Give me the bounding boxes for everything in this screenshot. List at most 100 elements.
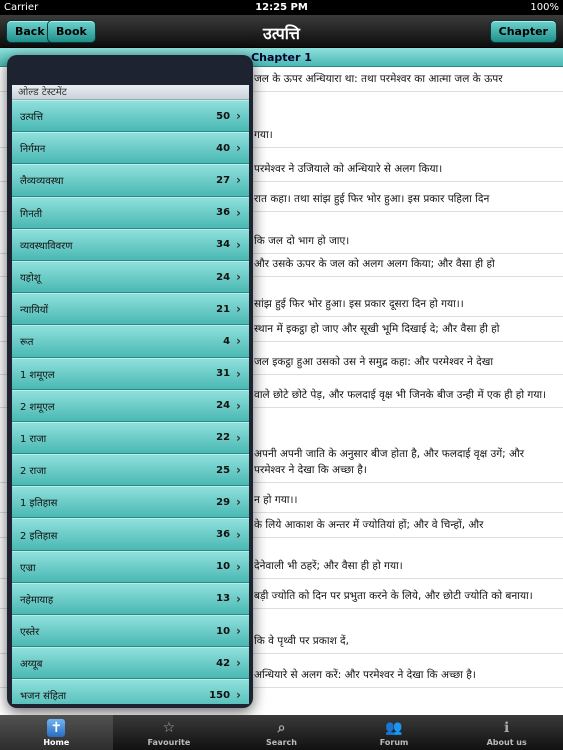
tab-search[interactable]: ⌕ Search <box>225 715 338 750</box>
chevron-right-icon: › <box>236 141 241 156</box>
status-time: 12:25 PM <box>255 2 308 13</box>
chevron-right-icon: › <box>236 270 241 285</box>
chevron-right-icon: › <box>236 430 241 445</box>
page-title: उत्पत्ति <box>263 24 300 43</box>
chapter-count: 21 <box>216 303 231 315</box>
chapter-count: 25 <box>216 464 231 476</box>
people-icon: 👥 <box>385 719 403 736</box>
book-row[interactable]: 2 इतिहास 36 › <box>12 518 249 551</box>
chevron-right-icon: › <box>236 463 241 478</box>
book-row[interactable]: निर्गमन 40 › <box>12 132 249 165</box>
book-row[interactable]: रूत 4 › <box>12 325 249 358</box>
chapter-count: 29 <box>216 496 231 508</box>
chapter-button[interactable]: Chapter <box>489 20 557 43</box>
book-row[interactable]: उत्पत्ति 50 › <box>12 100 249 133</box>
chevron-right-icon: › <box>236 591 241 606</box>
chapter-count: 13 <box>216 593 231 605</box>
book-name: रूत <box>20 337 34 349</box>
book-row[interactable]: नहेमायाह 13 › <box>12 582 249 615</box>
book-row[interactable]: व्यवस्थाविवरण 34 › <box>12 228 249 261</box>
section-header: ओल्ड टेस्टमेंट <box>12 85 249 100</box>
chapter-count: 150 <box>209 689 231 701</box>
book-name: एस्तेर <box>20 627 40 639</box>
tab-bar: ✝ Home ☆ Favourite ⌕ Search 👥 Forum ℹ About us <box>0 715 563 750</box>
book-row[interactable]: 2 शमूएल 24 › <box>12 389 249 422</box>
book-popover: ओल्ड टेस्टमेंट उत्पत्ति 50 › निर्गमन 40 › लैव्… <box>7 55 253 708</box>
book-row[interactable]: 1 शमूएल 31 › <box>12 357 249 390</box>
chevron-right-icon: › <box>236 656 241 671</box>
book-row[interactable]: भजन संहिता 150 › <box>12 679 249 704</box>
chapter-count: 4 <box>223 335 231 347</box>
chapter-count: 24 <box>216 271 231 283</box>
chevron-right-icon: › <box>236 527 241 542</box>
book-list[interactable]: ओल्ड टेस्टमेंट उत्पत्ति 50 › निर्गमन 40 › लैव्… <box>12 85 249 704</box>
chevron-right-icon: › <box>236 624 241 639</box>
chevron-right-icon: › <box>236 495 241 510</box>
chapter-count: 10 <box>216 625 231 637</box>
tab-home[interactable]: ✝ Home <box>0 715 113 750</box>
book-name: भजन संहिता <box>20 691 67 703</box>
tab-label: Home <box>43 737 70 747</box>
tab-label: About us <box>486 737 527 747</box>
tab-favourite[interactable]: ☆ Favourite <box>113 715 226 750</box>
book-name: 2 शमूएल <box>20 401 55 413</box>
book-row[interactable]: एज्रा 10 › <box>12 550 249 583</box>
chapter-count: 42 <box>216 657 231 669</box>
chapter-count: 10 <box>216 561 231 573</box>
book-row[interactable]: यहोशू 24 › <box>12 260 249 294</box>
battery-label: 100% <box>530 2 559 13</box>
book-name: व्यवस्थाविवरण <box>20 240 73 252</box>
book-name: 1 राजा <box>20 433 47 445</box>
chapter-count: 50 <box>216 110 231 122</box>
carrier-label: Carrier <box>4 2 39 13</box>
status-bar: Carrier 12:25 PM 100% <box>0 0 563 15</box>
chevron-right-icon: › <box>236 366 241 381</box>
chevron-right-icon: › <box>236 559 241 574</box>
book-row[interactable]: न्यायियों 21 › <box>12 293 249 326</box>
book-name: उत्पत्ति <box>20 112 44 124</box>
info-icon: ℹ <box>504 719 510 736</box>
book-name: नहेमायाह <box>20 594 54 606</box>
tab-label: Favourite <box>147 737 191 747</box>
chevron-right-icon: › <box>236 109 241 124</box>
navigation-bar: Back Book उत्पत्ति Chapter <box>0 15 563 48</box>
book-row[interactable]: लैव्यव्यवस्था 27 › <box>12 164 249 197</box>
bible-icon: ✝ <box>47 718 66 737</box>
book-name: अय्यूब <box>20 659 43 671</box>
book-name: लैव्यव्यवस्था <box>20 176 64 188</box>
tab-about-us[interactable]: ℹ About us <box>450 715 563 750</box>
chevron-right-icon: › <box>236 334 241 349</box>
book-name: 2 इतिहास <box>20 530 58 542</box>
book-row[interactable]: 1 राजा 22 › <box>12 421 249 455</box>
book-name: निर्गमन <box>20 144 46 156</box>
chapter-count: 34 <box>216 239 231 251</box>
book-name: न्यायियों <box>20 305 49 317</box>
tab-label: Forum <box>379 737 409 747</box>
chapter-count: 36 <box>216 207 231 219</box>
chevron-right-icon: › <box>236 302 241 317</box>
tab-label: Search <box>266 737 297 747</box>
chapter-count: 27 <box>216 174 231 186</box>
book-name: 1 शमूएल <box>20 369 55 381</box>
chevron-right-icon: › <box>236 205 241 220</box>
chapter-count: 36 <box>216 529 231 541</box>
book-row[interactable]: गिनती 36 › <box>12 196 249 229</box>
book-row[interactable]: एस्तेर 10 › <box>12 615 249 648</box>
book-name: एज्रा <box>20 562 36 574</box>
chevron-right-icon: › <box>236 237 241 252</box>
search-icon: ⌕ <box>277 719 286 736</box>
book-name: 1 इतिहास <box>20 498 58 510</box>
chevron-right-icon: › <box>236 173 241 188</box>
chapter-count: 31 <box>216 368 231 380</box>
tab-forum[interactable]: 👥 Forum <box>338 715 451 750</box>
book-name: 2 राजा <box>20 466 47 478</box>
book-row[interactable]: अय्यूब 42 › <box>12 647 249 680</box>
chapter-count: 40 <box>216 142 231 154</box>
star-icon: ☆ <box>162 719 176 736</box>
chevron-right-icon: › <box>236 688 241 703</box>
chapter-count: 22 <box>216 432 231 444</box>
book-row[interactable]: 2 राजा 25 › <box>12 454 249 487</box>
chapter-count: 24 <box>216 400 231 412</box>
book-row[interactable]: 1 इतिहास 29 › <box>12 486 249 519</box>
chevron-right-icon: › <box>236 398 241 413</box>
